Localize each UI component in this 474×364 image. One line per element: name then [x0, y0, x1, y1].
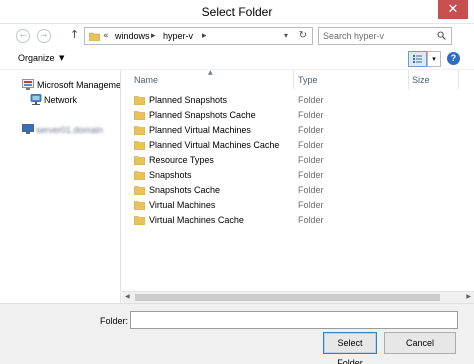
- folder-icon: [134, 171, 145, 180]
- file-row[interactable]: Snapshots Folder: [122, 168, 474, 183]
- scrollbar-thumb[interactable]: [135, 294, 440, 301]
- search-icon[interactable]: [437, 31, 446, 40]
- file-type: Folder: [298, 110, 324, 120]
- file-name: Planned Snapshots: [149, 95, 228, 105]
- column-header-type[interactable]: Type: [294, 70, 409, 89]
- close-button[interactable]: ✕: [438, 0, 468, 19]
- scroll-right-icon[interactable]: ▶: [466, 293, 471, 300]
- back-button[interactable]: ←: [16, 29, 30, 43]
- management-console-icon: [22, 79, 34, 90]
- folder-icon: [134, 156, 145, 165]
- column-header-label: Name: [134, 75, 159, 85]
- up-arrow-icon: ↑: [70, 28, 80, 41]
- address-dropdown-icon[interactable]: ▾: [284, 31, 288, 40]
- column-header-label: Size: [412, 75, 430, 85]
- navigation-bar: ← → ↑ « windows ▸ hyper-v ▸ ▾ ↻: [0, 24, 474, 48]
- chevron-down-icon: ▾: [432, 55, 436, 63]
- organize-dropdown-icon[interactable]: ▼: [59, 54, 64, 62]
- file-name: Resource Types: [149, 155, 214, 165]
- file-name: Virtual Machines Cache: [149, 215, 244, 225]
- file-type: Folder: [298, 140, 324, 150]
- select-folder-button[interactable]: Select Folder: [323, 332, 377, 364]
- title-bar: Select Folder ✕: [0, 0, 474, 24]
- column-header-size[interactable]: Size: [409, 70, 459, 89]
- folder-label: Folder:: [100, 316, 129, 326]
- command-toolbar: Organize ▼ ▾ ?: [0, 48, 474, 70]
- file-row[interactable]: Planned Virtual Machines Cache Folder: [122, 138, 474, 153]
- folder-input[interactable]: [130, 311, 458, 329]
- breadcrumb-separator-icon[interactable]: ▸: [151, 31, 156, 41]
- details-view-icon: [413, 55, 422, 63]
- file-name: Planned Virtual Machines: [149, 125, 251, 135]
- forward-arrow-icon: →: [40, 31, 48, 40]
- breadcrumb-windows[interactable]: windows: [115, 31, 150, 41]
- file-row[interactable]: Snapshots Cache Folder: [122, 183, 474, 198]
- back-arrow-icon: ←: [19, 31, 27, 40]
- file-name: Virtual Machines: [149, 200, 216, 210]
- sidebar-item-label: Network: [44, 95, 78, 105]
- breadcrumb-hyper-v[interactable]: hyper-v: [163, 31, 193, 41]
- column-header-name[interactable]: ▲ Name: [122, 70, 294, 89]
- dialog-footer: Folder: Select Folder Cancel: [0, 303, 474, 364]
- folder-icon: [134, 186, 145, 195]
- file-type: Folder: [298, 215, 324, 225]
- file-type: Folder: [298, 200, 324, 210]
- breadcrumb-overflow-icon[interactable]: «: [103, 31, 109, 41]
- view-options-dropdown[interactable]: ▾: [427, 51, 441, 67]
- file-list-pane: ▲ Name Type Size Planned Snapshots Folde…: [122, 70, 474, 310]
- navigation-pane: Microsoft Managemen Network server01.dom…: [0, 70, 121, 310]
- file-type: Folder: [298, 185, 324, 195]
- network-icon: [30, 94, 42, 105]
- window-title: Select Folder: [201, 5, 273, 19]
- search-box: [318, 27, 452, 45]
- file-name: Planned Snapshots Cache: [149, 110, 256, 120]
- organize-button[interactable]: Organize: [18, 53, 55, 63]
- search-input[interactable]: [323, 30, 433, 42]
- file-type: Folder: [298, 95, 324, 105]
- folder-icon: [89, 32, 100, 41]
- help-button[interactable]: ?: [447, 52, 460, 65]
- breadcrumb-separator-icon[interactable]: ▸: [202, 31, 207, 41]
- file-row[interactable]: Virtual Machines Folder: [122, 198, 474, 213]
- folder-icon: [134, 201, 145, 210]
- folder-icon: [134, 216, 145, 225]
- address-bar[interactable]: « windows ▸ hyper-v ▸ ▾ ↻: [84, 27, 313, 45]
- horizontal-scrollbar[interactable]: ◀ ▶: [122, 291, 474, 303]
- close-icon: ✕: [447, 2, 459, 17]
- folder-icon: [134, 126, 145, 135]
- forward-button[interactable]: →: [37, 29, 51, 43]
- change-view-button[interactable]: [408, 51, 427, 67]
- file-type: Folder: [298, 155, 324, 165]
- file-type: Folder: [298, 170, 324, 180]
- help-icon: ?: [450, 53, 457, 63]
- file-name: Snapshots: [149, 170, 192, 180]
- folder-icon: [134, 96, 145, 105]
- up-button[interactable]: ↑: [70, 28, 79, 41]
- file-type: Folder: [298, 125, 324, 135]
- sidebar-item-label: server01.domain: [36, 125, 104, 135]
- file-row[interactable]: Resource Types Folder: [122, 153, 474, 168]
- sidebar-item-label: Microsoft Managemen: [37, 80, 121, 90]
- folder-icon: [134, 141, 145, 150]
- computer-icon: [22, 124, 34, 134]
- column-header-label: Type: [298, 75, 318, 85]
- file-row[interactable]: Planned Snapshots Cache Folder: [122, 108, 474, 123]
- file-row[interactable]: Planned Virtual Machines Folder: [122, 123, 474, 138]
- sort-ascending-icon: ▲: [208, 70, 213, 76]
- file-name: Planned Virtual Machines Cache: [149, 140, 280, 150]
- scroll-left-icon[interactable]: ◀: [125, 293, 130, 300]
- refresh-icon[interactable]: ↻: [299, 30, 307, 41]
- file-row[interactable]: Planned Snapshots Folder: [122, 93, 474, 108]
- cancel-button[interactable]: Cancel: [384, 332, 456, 354]
- folder-icon: [134, 111, 145, 120]
- file-name: Snapshots Cache: [149, 185, 221, 195]
- file-row[interactable]: Virtual Machines Cache Folder: [122, 213, 474, 228]
